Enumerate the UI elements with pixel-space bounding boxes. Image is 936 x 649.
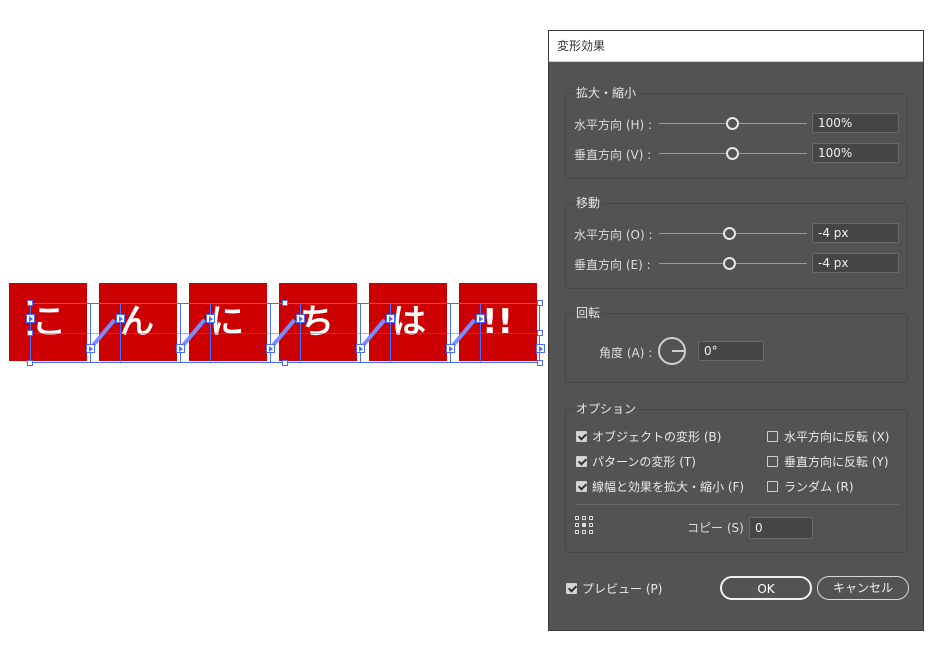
cancel-button[interactable]: キャンセル (817, 576, 909, 600)
path-arrow-handle[interactable] (386, 314, 395, 323)
selection-divider (90, 303, 91, 363)
reflect-y-checkbox[interactable] (767, 456, 778, 467)
move-vertical-input[interactable]: -4 px (812, 253, 899, 273)
move-group (565, 203, 908, 289)
resize-handle-top-right[interactable] (537, 300, 543, 306)
selection-divider (270, 303, 271, 363)
selection-divider (210, 303, 211, 363)
angle-label: 角度 (A) : (599, 346, 653, 360)
selection-divider (390, 303, 391, 363)
selection-divider (180, 303, 181, 363)
scale-horizontal-slider-knob[interactable] (726, 117, 739, 130)
path-arrow-handle[interactable] (356, 344, 365, 353)
resize-handle-middle-right[interactable] (537, 330, 543, 336)
rotate-group-title: 回転 (574, 304, 603, 321)
transform-objects-checkbox[interactable] (576, 431, 587, 442)
scale-vertical-slider-knob[interactable] (726, 147, 739, 160)
path-arrow-handle[interactable] (116, 314, 125, 323)
reflect-x-checkbox[interactable] (767, 431, 778, 442)
transform-effect-dialog: 変形効果 拡大・縮小 水平方向 (H) : 100% 垂直方向 (V) : 10… (548, 30, 924, 631)
selection-divider (480, 303, 481, 363)
path-arrow-handle[interactable] (176, 344, 185, 353)
copies-label: コピー (S) (687, 521, 744, 535)
options-divider (575, 504, 899, 505)
path-arrow-handle[interactable] (476, 314, 485, 323)
move-horizontal-input[interactable]: -4 px (812, 223, 899, 243)
scale-vertical-input[interactable]: 100% (812, 143, 899, 163)
copies-input[interactable]: 0 (749, 517, 813, 539)
resize-handle-middle-left[interactable] (27, 330, 33, 336)
scale-vertical-label: 垂直方向 (V) : (574, 148, 652, 162)
path-arrow-handle[interactable] (206, 314, 215, 323)
transform-patterns-checkbox[interactable] (576, 456, 587, 467)
path-arrow-handle[interactable] (446, 344, 455, 353)
reflect-y-label[interactable]: 垂直方向に反転 (Y) (784, 453, 889, 470)
transform-patterns-label[interactable]: パターンの変形 (T) (592, 453, 696, 470)
move-group-title: 移動 (574, 194, 603, 211)
resize-handle-bottom-left[interactable] (27, 360, 33, 366)
scale-horizontal-label: 水平方向 (H) : (574, 118, 653, 132)
move-horizontal-label: 水平方向 (O) : (574, 228, 653, 242)
reflect-x-label[interactable]: 水平方向に反転 (X) (784, 428, 889, 445)
move-vertical-label: 垂直方向 (E) : (574, 258, 651, 272)
options-group-title: オプション (574, 400, 639, 417)
resize-handle-bottom-right[interactable] (537, 360, 543, 366)
scale-strokes-checkbox[interactable] (576, 481, 587, 492)
move-horizontal-slider-knob[interactable] (723, 227, 736, 240)
dialog-title[interactable]: 変形効果 (549, 31, 923, 62)
path-arrow-handle[interactable] (26, 314, 35, 323)
scale-strokes-label[interactable]: 線幅と効果を拡大・縮小 (F) (592, 478, 744, 495)
path-arrow-handle[interactable] (266, 344, 275, 353)
resize-handle-top-center[interactable] (282, 300, 288, 306)
transform-objects-label[interactable]: オブジェクトの変形 (B) (592, 428, 721, 445)
angle-dial-icon[interactable] (658, 337, 686, 365)
resize-handle-top-left[interactable] (27, 300, 33, 306)
selection-divider (360, 303, 361, 363)
selection-divider (300, 303, 301, 363)
preview-label[interactable]: プレビュー (P) (582, 580, 662, 597)
random-label[interactable]: ランダム (R) (784, 478, 854, 495)
path-arrow-handle[interactable] (86, 344, 95, 353)
selection-divider (450, 303, 451, 363)
selection-divider (120, 303, 121, 363)
path-arrow-handle[interactable] (536, 344, 545, 353)
scale-horizontal-input[interactable]: 100% (812, 113, 899, 133)
move-vertical-slider-knob[interactable] (723, 257, 736, 270)
resize-handle-bottom-center[interactable] (282, 360, 288, 366)
path-arrow-handle[interactable] (296, 314, 305, 323)
artboard-canvas[interactable]: こ ん に ち は !! (0, 0, 548, 649)
reference-point-icon[interactable] (575, 516, 593, 534)
preview-checkbox[interactable] (566, 583, 577, 594)
random-checkbox[interactable] (767, 481, 778, 492)
angle-input[interactable]: 0° (698, 341, 764, 361)
ok-button[interactable]: OK (720, 576, 812, 600)
scale-group-title: 拡大・縮小 (574, 84, 639, 101)
scale-group (565, 93, 908, 179)
